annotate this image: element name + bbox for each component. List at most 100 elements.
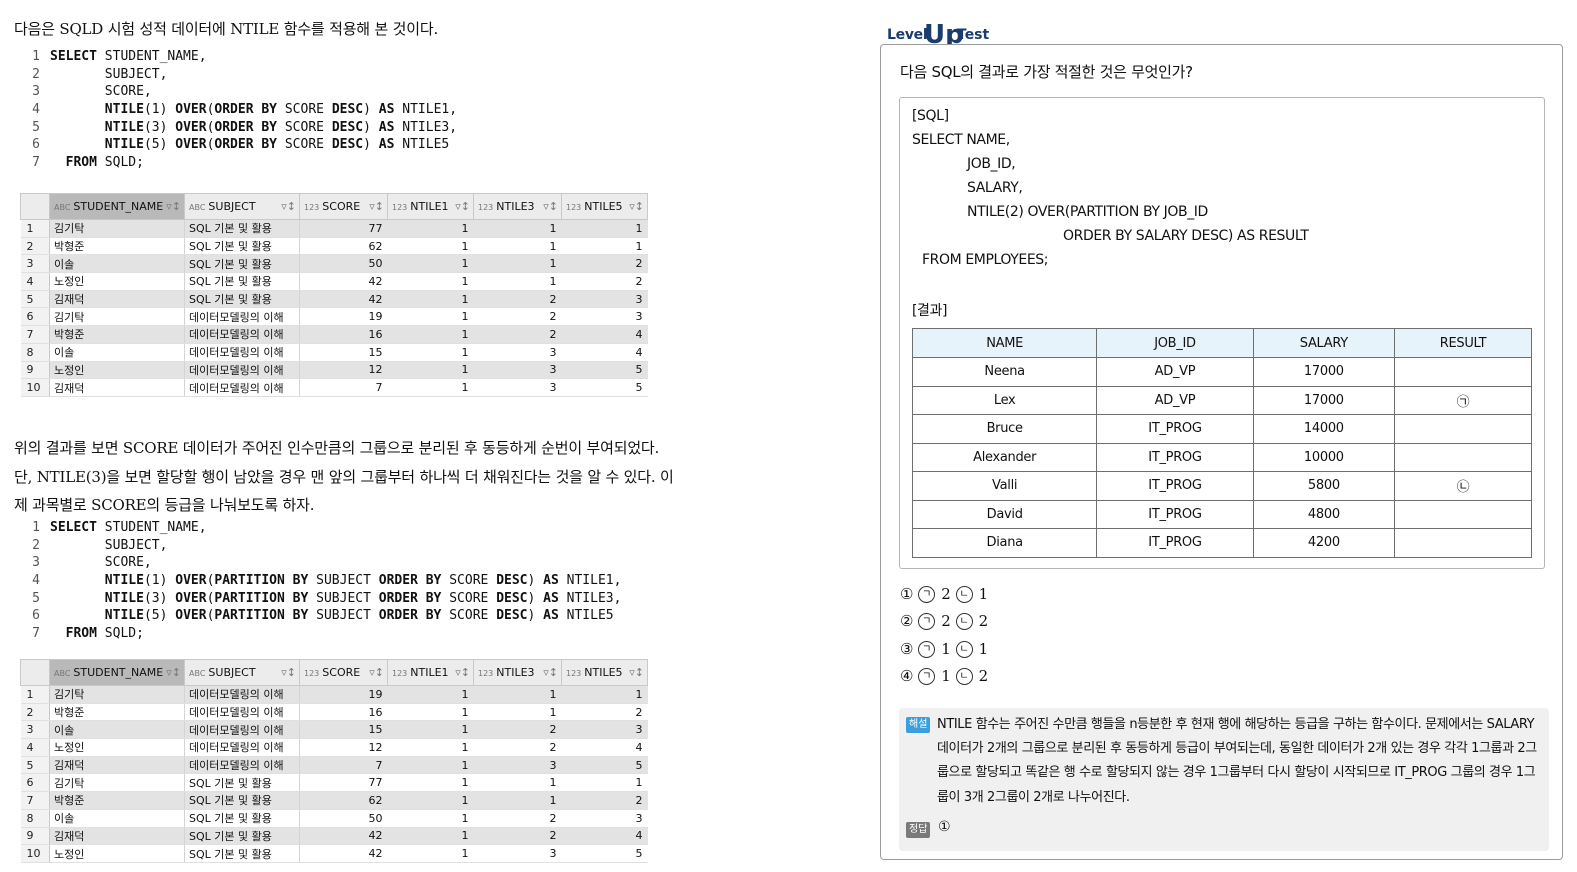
table-row[interactable]: 7 박형준 데이터모델링의 이해 16 1 2 4 bbox=[20, 325, 648, 344]
table-row[interactable]: 9 노정인 데이터모델링의 이해 12 1 3 5 bbox=[20, 361, 648, 380]
table-row[interactable]: 8 이솔 데이터모델링의 이해 15 1 3 4 bbox=[20, 343, 648, 362]
code-text: STUDENT_NAME, bbox=[96, 520, 207, 535]
filter-sort-icon[interactable]: ▿↕ bbox=[369, 666, 384, 679]
column-header-label: STUDENT_NAME bbox=[73, 666, 164, 679]
result-grid-2: ABC STUDENT_NAME ▿↕ ABC SUBJECT ▿↕ 123 SCORE ▿↕ 1… bbox=[20, 659, 648, 863]
code-keyword: PARTITION BY bbox=[214, 608, 309, 624]
logo-level-text: Level bbox=[887, 27, 928, 43]
grid-corner-cell[interactable] bbox=[20, 659, 50, 686]
table-row[interactable]: 5 김재덕 데이터모델링의 이해 7 1 3 5 bbox=[20, 756, 648, 775]
table-cell: 1 bbox=[387, 219, 474, 238]
table-row[interactable]: 6 김기탁 데이터모델링의 이해 19 1 2 3 bbox=[20, 307, 648, 327]
table-cell: 2 bbox=[473, 809, 562, 828]
filter-sort-icon[interactable]: ▿↕ bbox=[166, 200, 181, 213]
column-header-ntile1[interactable]: 123 NTILE1 ▿↕ bbox=[387, 659, 474, 686]
code-keyword: NTILE bbox=[104, 573, 144, 589]
column-header-student_name[interactable]: ABC STUDENT_NAME ▿↕ bbox=[49, 659, 185, 686]
line-number: 3 bbox=[32, 84, 40, 100]
filter-sort-icon[interactable]: ▿↕ bbox=[543, 666, 558, 679]
code-text: ) bbox=[527, 608, 544, 624]
table-row[interactable]: 2 박형준 SQL 기본 및 활용 62 1 1 1 bbox=[20, 237, 648, 256]
code-keyword: OVER bbox=[175, 102, 207, 118]
filter-sort-icon[interactable]: ▿↕ bbox=[281, 666, 296, 679]
table-cell: 1 bbox=[387, 720, 474, 740]
table-row[interactable]: 1 김기탁 SQL 기본 및 활용 77 1 1 1 bbox=[20, 219, 648, 238]
table-cell: 데이터모델링의 이해 bbox=[184, 325, 300, 344]
table-row[interactable]: 4 노정인 SQL 기본 및 활용 42 1 1 2 bbox=[20, 272, 648, 291]
table-row[interactable]: 3 이솔 SQL 기본 및 활용 50 1 1 2 bbox=[20, 254, 648, 274]
code-text: (5) bbox=[143, 137, 176, 153]
table-row[interactable]: 9 김재덕 SQL 기본 및 활용 42 1 2 4 bbox=[20, 827, 648, 846]
column-header-label: NTILE1 bbox=[410, 200, 449, 213]
row-number: 8 bbox=[20, 343, 50, 362]
code-keyword: SELECT bbox=[50, 520, 97, 535]
table-row[interactable]: 8 이솔 SQL 기본 및 활용 50 1 2 3 bbox=[20, 809, 648, 828]
filter-sort-icon[interactable]: ▿↕ bbox=[455, 666, 470, 679]
column-type-icon: 123 bbox=[478, 203, 494, 212]
result-cell: IT_PROG bbox=[1096, 442, 1254, 472]
line-number: 1 bbox=[32, 520, 40, 535]
code-keyword: AS bbox=[378, 102, 395, 118]
code-keyword: OVER bbox=[175, 573, 207, 589]
table-row[interactable]: 2 박형준 데이터모델링의 이해 16 1 1 2 bbox=[20, 703, 648, 722]
column-header-subject[interactable]: ABC SUBJECT ▿↕ bbox=[184, 659, 300, 686]
explanation-paragraph: 위의 결과를 보면 SCORE 데이터가 주어진 인수만큼의 그룹으로 분리된 … bbox=[14, 439, 674, 514]
filter-sort-icon[interactable]: ▿↕ bbox=[629, 200, 644, 213]
table-row[interactable]: 7 박형준 SQL 기본 및 활용 62 1 1 2 bbox=[20, 791, 648, 810]
column-header-subject[interactable]: ABC SUBJECT ▿↕ bbox=[184, 193, 300, 220]
filter-sort-icon[interactable]: ▿↕ bbox=[369, 200, 384, 213]
answer-option-1[interactable]: ① ㄱ2 ㄴ1 bbox=[900, 585, 988, 603]
code-keyword: DESC bbox=[496, 573, 528, 589]
table-cell: 3 bbox=[561, 307, 648, 327]
answer-option-3[interactable]: ③ ㄱ1 ㄴ1 bbox=[900, 640, 988, 658]
row-number: 8 bbox=[20, 809, 50, 828]
grid-corner-cell[interactable] bbox=[20, 193, 50, 220]
column-header-ntile5[interactable]: 123 NTILE5 ▿↕ bbox=[561, 193, 648, 220]
table-row[interactable]: 10 김재덕 데이터모델링의 이해 7 1 3 5 bbox=[20, 378, 648, 397]
filter-sort-icon[interactable]: ▿↕ bbox=[166, 666, 181, 679]
column-header-label: NTILE1 bbox=[410, 666, 449, 679]
table-row[interactable]: 6 김기탁 SQL 기본 및 활용 77 1 1 1 bbox=[20, 773, 648, 793]
filter-sort-icon[interactable]: ▿↕ bbox=[629, 666, 644, 679]
column-header-ntile5[interactable]: 123 NTILE5 ▿↕ bbox=[561, 659, 648, 686]
line-number: 4 bbox=[32, 573, 40, 589]
table-cell: 3 bbox=[473, 361, 562, 380]
table-cell: 12 bbox=[299, 361, 388, 380]
answer-option-4[interactable]: ④ ㄱ1 ㄴ2 bbox=[900, 667, 988, 685]
table-cell: 이솔 bbox=[49, 720, 185, 740]
column-header-ntile3[interactable]: 123 NTILE3 ▿↕ bbox=[473, 193, 562, 220]
column-type-icon: 123 bbox=[566, 669, 582, 678]
code-text: NTILE3, bbox=[558, 590, 622, 606]
table-cell: 2 bbox=[561, 272, 648, 291]
table-row[interactable]: 5 김재덕 SQL 기본 및 활용 42 1 2 3 bbox=[20, 290, 648, 309]
filter-sort-icon[interactable]: ▿↕ bbox=[455, 200, 470, 213]
code-text: SUBJECT bbox=[308, 590, 379, 606]
column-header-ntile1[interactable]: 123 NTILE1 ▿↕ bbox=[387, 193, 474, 220]
table-cell: 77 bbox=[299, 219, 388, 238]
column-header-score[interactable]: 123 SCORE ▿↕ bbox=[299, 193, 388, 220]
filter-sort-icon[interactable]: ▿↕ bbox=[543, 200, 558, 213]
result-cell: Valli bbox=[911, 471, 1098, 501]
filter-sort-icon[interactable]: ▿↕ bbox=[281, 200, 296, 213]
column-header-student_name[interactable]: ABC STUDENT_NAME ▿↕ bbox=[49, 193, 185, 220]
mark-a-circle: ㄱ bbox=[918, 613, 936, 630]
table-cell: SQL 기본 및 활용 bbox=[184, 272, 300, 291]
table-row[interactable]: 10 노정인 SQL 기본 및 활용 42 1 3 5 bbox=[20, 844, 648, 863]
answer-option-2[interactable]: ② ㄱ2 ㄴ2 bbox=[900, 612, 988, 630]
option-value-b: 1 bbox=[978, 640, 989, 658]
code-text: (1) bbox=[143, 573, 176, 589]
column-header-ntile3[interactable]: 123 NTILE3 ▿↕ bbox=[473, 659, 562, 686]
table-row[interactable]: 4 노정인 데이터모델링의 이해 12 1 2 4 bbox=[20, 738, 648, 757]
table-cell: 노정인 bbox=[49, 738, 185, 757]
column-header-label: SUBJECT bbox=[208, 666, 256, 679]
table-row[interactable]: 3 이솔 데이터모델링의 이해 15 1 2 3 bbox=[20, 720, 648, 740]
table-cell: 박형준 bbox=[49, 237, 185, 256]
table-cell: 1 bbox=[561, 773, 648, 793]
table-row[interactable]: 1 김기탁 데이터모델링의 이해 19 1 1 1 bbox=[20, 685, 648, 704]
sql-line: SALARY, bbox=[967, 180, 1023, 196]
column-header-score[interactable]: 123 SCORE ▿↕ bbox=[299, 659, 388, 686]
code-line: 4 NTILE(1) OVER(ORDER BY SCORE DESC) AS … bbox=[22, 101, 457, 119]
mark-b-circle: ㄴ bbox=[955, 668, 973, 685]
result-cell: IT_PROG bbox=[1096, 471, 1254, 501]
